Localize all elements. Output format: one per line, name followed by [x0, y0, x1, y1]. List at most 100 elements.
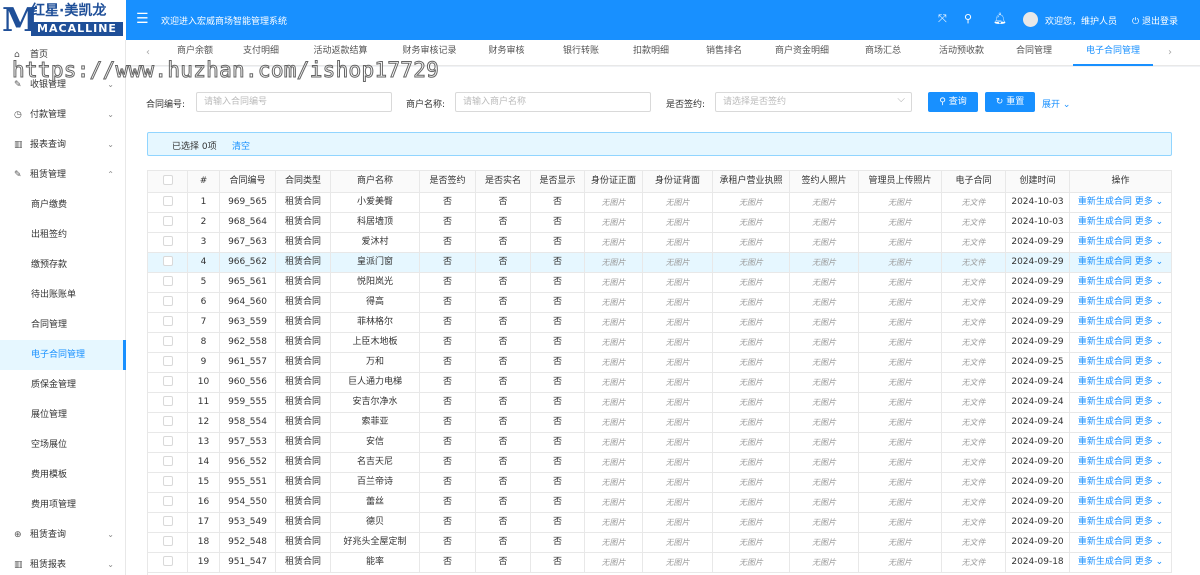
sidebar-item[interactable]: 展位管理 — [0, 400, 126, 430]
clear-selection-link[interactable]: 清空 — [232, 139, 250, 152]
more-actions-link[interactable]: 更多 ⌄ — [1135, 417, 1163, 427]
more-actions-link[interactable]: 更多 ⌄ — [1135, 377, 1163, 387]
sidebar-item[interactable]: 合同管理 — [0, 310, 126, 340]
row-checkbox[interactable] — [162, 435, 173, 446]
more-actions-link[interactable]: 更多 ⌄ — [1135, 557, 1163, 567]
tab[interactable]: 财务审核 — [479, 40, 534, 66]
regenerate-contract-link[interactable]: 重新生成合同 — [1078, 397, 1132, 407]
sidebar-item[interactable]: 待出账账单 — [0, 280, 126, 310]
regenerate-contract-link[interactable]: 重新生成合同 — [1078, 217, 1132, 227]
more-actions-link[interactable]: 更多 ⌄ — [1135, 217, 1163, 227]
signed-select[interactable]: 请选择是否签约 — [715, 91, 912, 112]
tab[interactable]: 商场汇总 — [853, 40, 913, 66]
select-all-checkbox[interactable] — [162, 174, 173, 185]
table-row[interactable]: 3 967_563 租赁合同 爱沐村 否 否 否 无图片 无图片 无图片 无图片 无图片 无文件 2024… — [148, 233, 1172, 253]
tab[interactable]: 电子合同管理 — [1073, 40, 1153, 66]
row-checkbox[interactable] — [162, 315, 173, 326]
sidebar-item[interactable]: 质保金管理 — [0, 370, 126, 400]
row-checkbox[interactable] — [162, 375, 173, 386]
sidebar-item[interactable]: ◷ 付款管理 ⌄ — [0, 100, 126, 130]
tab[interactable]: 合同管理 — [1006, 40, 1062, 66]
regenerate-contract-link[interactable]: 重新生成合同 — [1078, 257, 1132, 267]
query-button[interactable]: ⚲ 查询 — [928, 92, 978, 112]
table-row[interactable]: 10 960_556 租赁合同 巨人通力电梯 否 否 否 无图片 无图片 无图片 无图片 无图片 无文件… — [148, 373, 1172, 393]
tab[interactable]: 银行转账 — [554, 40, 608, 66]
row-checkbox[interactable] — [162, 195, 173, 206]
table-row[interactable]: 9 961_557 租赁合同 万和 否 否 否 无图片 无图片 无图片 无图片 无图片 无文件 2024-… — [148, 353, 1172, 373]
table-row[interactable]: 6 964_560 租赁合同 得高 否 否 否 无图片 无图片 无图片 无图片 无图片 无文件 2024-… — [148, 293, 1172, 313]
contract-no-input[interactable]: 请输入合同编号 — [196, 92, 392, 112]
table-row[interactable]: 18 952_548 租赁合同 好兆头全屋定制 否 否 否 无图片 无图片 无图片 无图片 无图片 无文… — [148, 533, 1172, 553]
more-actions-link[interactable]: 更多 ⌄ — [1135, 517, 1163, 527]
table-row[interactable]: 16 954_550 租赁合同 蕾丝 否 否 否 无图片 无图片 无图片 无图片 无图片 无文件 2024… — [148, 493, 1172, 513]
table-row[interactable]: 5 965_561 租赁合同 悦阳岚光 否 否 否 无图片 无图片 无图片 无图片 无图片 无文件 202… — [148, 273, 1172, 293]
table-row[interactable]: 13 957_553 租赁合同 安信 否 否 否 无图片 无图片 无图片 无图片 无图片 无文件 2024… — [148, 433, 1172, 453]
tab-scroll-right-icon[interactable]: › — [1168, 47, 1172, 58]
table-row[interactable]: 4 966_562 租赁合同 皇派门窗 否 否 否 无图片 无图片 无图片 无图片 无图片 无文件 202… — [148, 253, 1172, 273]
more-actions-link[interactable]: 更多 ⌄ — [1135, 537, 1163, 547]
more-actions-link[interactable]: 更多 ⌄ — [1135, 237, 1163, 247]
more-actions-link[interactable]: 更多 ⌄ — [1135, 357, 1163, 367]
sidebar-item[interactable]: 费用模板 — [0, 460, 126, 490]
row-checkbox[interactable] — [162, 535, 173, 546]
regenerate-contract-link[interactable]: 重新生成合同 — [1078, 417, 1132, 427]
row-checkbox[interactable] — [162, 295, 173, 306]
more-actions-link[interactable]: 更多 ⌄ — [1135, 457, 1163, 467]
expand-link[interactable]: 展开 ⌄ — [1042, 97, 1070, 110]
avatar[interactable] — [1023, 12, 1038, 27]
logout-button[interactable]: ⏻ 退出登录 — [1132, 14, 1178, 27]
more-actions-link[interactable]: 更多 ⌄ — [1135, 317, 1163, 327]
sidebar-item[interactable]: ✎ 租赁管理 ⌃ — [0, 160, 126, 190]
more-actions-link[interactable]: 更多 ⌄ — [1135, 337, 1163, 347]
reset-button[interactable]: ↻ 重置 — [985, 92, 1035, 112]
sidebar-item[interactable]: 缴预存款 — [0, 250, 126, 280]
tab[interactable]: 销售排名 — [694, 40, 754, 66]
regenerate-contract-link[interactable]: 重新生成合同 — [1078, 317, 1132, 327]
row-checkbox[interactable] — [162, 275, 173, 286]
tab-scroll-left-icon[interactable]: ‹ — [146, 47, 150, 58]
more-actions-link[interactable]: 更多 ⌄ — [1135, 477, 1163, 487]
table-row[interactable]: 14 956_552 租赁合同 名吉天尼 否 否 否 无图片 无图片 无图片 无图片 无图片 无文件 20… — [148, 453, 1172, 473]
regenerate-contract-link[interactable]: 重新生成合同 — [1078, 357, 1132, 367]
regenerate-contract-link[interactable]: 重新生成合同 — [1078, 517, 1132, 527]
table-row[interactable]: 1 969_565 租赁合同 小爱美臀 否 否 否 无图片 无图片 无图片 无图片 无图片 无文件 202… — [148, 193, 1172, 213]
table-row[interactable]: 15 955_551 租赁合同 百兰帝诗 否 否 否 无图片 无图片 无图片 无图片 无图片 无文件 20… — [148, 473, 1172, 493]
regenerate-contract-link[interactable]: 重新生成合同 — [1078, 297, 1132, 307]
sidebar-item[interactable]: 电子合同管理 — [0, 340, 126, 370]
regenerate-contract-link[interactable]: 重新生成合同 — [1078, 477, 1132, 487]
row-checkbox[interactable] — [162, 415, 173, 426]
more-actions-link[interactable]: 更多 ⌄ — [1135, 437, 1163, 447]
row-checkbox[interactable] — [162, 335, 173, 346]
row-checkbox[interactable] — [162, 495, 173, 506]
sidebar-item[interactable]: 费用项管理 — [0, 490, 126, 520]
table-row[interactable]: 8 962_558 租赁合同 上臣木地板 否 否 否 无图片 无图片 无图片 无图片 无图片 无文件 20… — [148, 333, 1172, 353]
row-checkbox[interactable] — [162, 355, 173, 366]
regenerate-contract-link[interactable]: 重新生成合同 — [1078, 377, 1132, 387]
user-greeting[interactable]: 欢迎您，维护人员 — [1045, 14, 1117, 27]
search-icon[interactable]: ⚲ — [964, 13, 972, 25]
more-actions-link[interactable]: 更多 ⌄ — [1135, 277, 1163, 287]
sidebar-item[interactable]: ⊕ 租赁查询 ⌄ — [0, 520, 126, 550]
row-checkbox[interactable] — [162, 515, 173, 526]
table-row[interactable]: 2 968_564 租赁合同 科居墙顶 否 否 否 无图片 无图片 无图片 无图片 无图片 无文件 202… — [148, 213, 1172, 233]
sidebar-item[interactable]: ▥ 租赁报表 ⌄ — [0, 550, 126, 575]
regenerate-contract-link[interactable]: 重新生成合同 — [1078, 337, 1132, 347]
tab[interactable]: 扣款明细 — [622, 40, 680, 66]
regenerate-contract-link[interactable]: 重新生成合同 — [1078, 497, 1132, 507]
merchant-name-input[interactable]: 请输入商户名称 — [455, 92, 651, 112]
regenerate-contract-link[interactable]: 重新生成合同 — [1078, 237, 1132, 247]
sidebar-item[interactable]: 空场展位 — [0, 430, 126, 460]
sidebar-item[interactable]: 出租签约 — [0, 220, 126, 250]
regenerate-contract-link[interactable]: 重新生成合同 — [1078, 197, 1132, 207]
table-row[interactable]: 11 959_555 租赁合同 安吉尔净水 否 否 否 无图片 无图片 无图片 无图片 无图片 无文件 2… — [148, 393, 1172, 413]
fullscreen-icon[interactable]: ⤧ — [938, 13, 947, 25]
bell-icon[interactable]: 🔔︎ — [993, 13, 1007, 25]
table-row[interactable]: 7 963_559 租赁合同 菲林格尔 否 否 否 无图片 无图片 无图片 无图片 无图片 无文件 202… — [148, 313, 1172, 333]
sidebar-item[interactable]: ▥ 报表查询 ⌄ — [0, 130, 126, 160]
tab[interactable]: 商户资金明细 — [766, 40, 838, 66]
table-row[interactable]: 19 951_547 租赁合同 能率 否 否 否 无图片 无图片 无图片 无图片 无图片 无文件 2024… — [148, 553, 1172, 573]
tab[interactable]: 活动预收款 — [927, 40, 996, 66]
menu-toggle-icon[interactable]: ☰ — [136, 11, 149, 27]
row-checkbox[interactable] — [162, 215, 173, 226]
row-checkbox[interactable] — [162, 555, 173, 566]
